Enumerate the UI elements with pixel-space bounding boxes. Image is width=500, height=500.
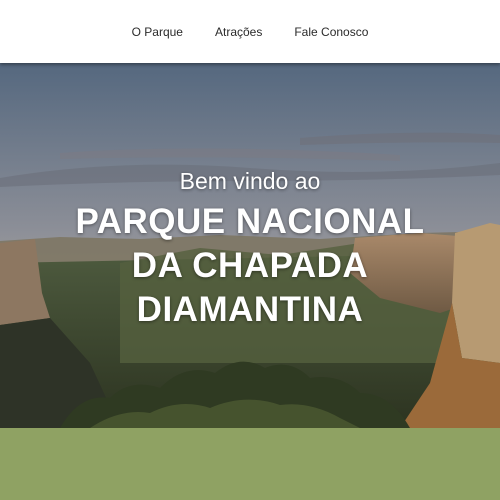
nav-item-fale-conosco[interactable]: Fale Conosco [294, 25, 368, 39]
top-navbar: O Parque Atrações Fale Conosco [0, 0, 500, 63]
hero-title-line: DA CHAPADA [131, 246, 369, 285]
hero-title: PARQUE NACIONAL DA CHAPADA DIAMANTINA [0, 200, 500, 332]
nav-item-atracoes[interactable]: Atrações [215, 25, 262, 39]
hero-title-line: PARQUE NACIONAL [75, 202, 425, 241]
hero-banner: Bem vindo ao PARQUE NACIONAL DA CHAPADA … [0, 63, 500, 428]
hero-title-line: DIAMANTINA [136, 290, 364, 329]
nav-item-o-parque[interactable]: O Parque [132, 25, 183, 39]
green-section [0, 428, 500, 500]
hero-welcome: Bem vindo ao [179, 168, 321, 194]
